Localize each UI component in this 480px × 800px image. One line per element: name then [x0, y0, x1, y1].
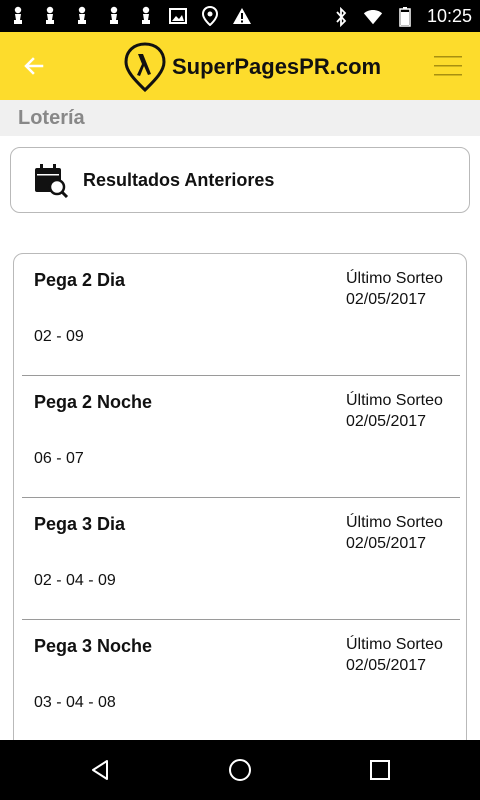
- winning-numbers: 06 - 07: [34, 450, 84, 467]
- lottery-row[interactable]: Pega 3 Noche Último Sorteo 02/05/2017 03…: [22, 620, 460, 742]
- logo-text: SuperPagesPR.com: [172, 54, 382, 79]
- last-draw-label: Último Sorteo: [346, 514, 443, 531]
- calendar-search-icon: [35, 164, 69, 198]
- system-nav-bar: [0, 740, 480, 800]
- lottery-row[interactable]: Pega 3 Dia Último Sorteo 02/05/2017 02 -…: [22, 498, 460, 620]
- battery-icon: [395, 6, 415, 27]
- lottery-results-card: Pega 2 Dia Último Sorteo 02/05/2017 02 -…: [13, 253, 467, 753]
- chess-pawn-icon: [136, 6, 156, 26]
- chess-pawn-icon: [72, 6, 92, 26]
- hamburger-menu-icon: [434, 56, 462, 76]
- game-name: Pega 2 Dia: [34, 270, 126, 290]
- status-right-icons: 10:25: [331, 6, 472, 27]
- lottery-row[interactable]: Pega 2 Dia Último Sorteo 02/05/2017 02 -…: [22, 254, 460, 376]
- bluetooth-icon: [331, 6, 351, 27]
- lottery-row[interactable]: Pega 2 Noche Último Sorteo 02/05/2017 06…: [22, 376, 460, 498]
- winning-numbers: 02 - 04 - 09: [34, 572, 116, 589]
- app-bar: SuperPagesPR.com: [0, 32, 480, 100]
- game-name: Pega 3 Noche: [34, 636, 153, 656]
- arrow-left-icon: [24, 57, 44, 75]
- winning-numbers: 03 - 04 - 08: [34, 694, 116, 711]
- location-icon: [200, 6, 220, 26]
- nav-home-button[interactable]: [224, 754, 256, 786]
- nav-recents-button[interactable]: [364, 754, 396, 786]
- chess-pawn-icon: [40, 6, 60, 26]
- recents-square-icon: [370, 760, 390, 780]
- status-bar: 10:25: [0, 0, 480, 32]
- back-button[interactable]: [18, 50, 50, 82]
- last-draw-label: Último Sorteo: [346, 392, 443, 409]
- chess-pawn-icon: [8, 6, 28, 26]
- resultados-anteriores-label: Resultados Anteriores: [83, 169, 275, 190]
- menu-button[interactable]: [434, 54, 464, 78]
- game-name: Pega 2 Noche: [34, 392, 153, 412]
- back-triangle-icon: [92, 760, 108, 780]
- walking-fingers-logo-icon: [124, 42, 166, 92]
- nav-back-button[interactable]: [84, 754, 116, 786]
- last-draw-date: 02/05/2017: [346, 291, 427, 308]
- chess-pawn-icon: [104, 6, 124, 26]
- status-time: 10:25: [426, 6, 472, 26]
- last-draw-date: 02/05/2017: [346, 413, 427, 430]
- last-draw-date: 02/05/2017: [346, 535, 427, 552]
- winning-numbers: 02 - 09: [34, 328, 84, 345]
- game-name: Pega 3 Dia: [34, 514, 126, 534]
- last-draw-label: Último Sorteo: [346, 270, 443, 287]
- resultados-anteriores-button[interactable]: Resultados Anteriores: [10, 147, 470, 213]
- section-title: Lotería: [0, 100, 480, 136]
- last-draw-label: Último Sorteo: [346, 636, 443, 653]
- app-logo: SuperPagesPR.com: [124, 42, 381, 92]
- warning-icon: [232, 6, 252, 26]
- last-draw-date: 02/05/2017: [346, 657, 427, 674]
- home-circle-icon: [229, 759, 251, 781]
- image-icon: [168, 6, 188, 26]
- status-left-icons: [8, 6, 252, 26]
- wifi-icon: [363, 7, 383, 27]
